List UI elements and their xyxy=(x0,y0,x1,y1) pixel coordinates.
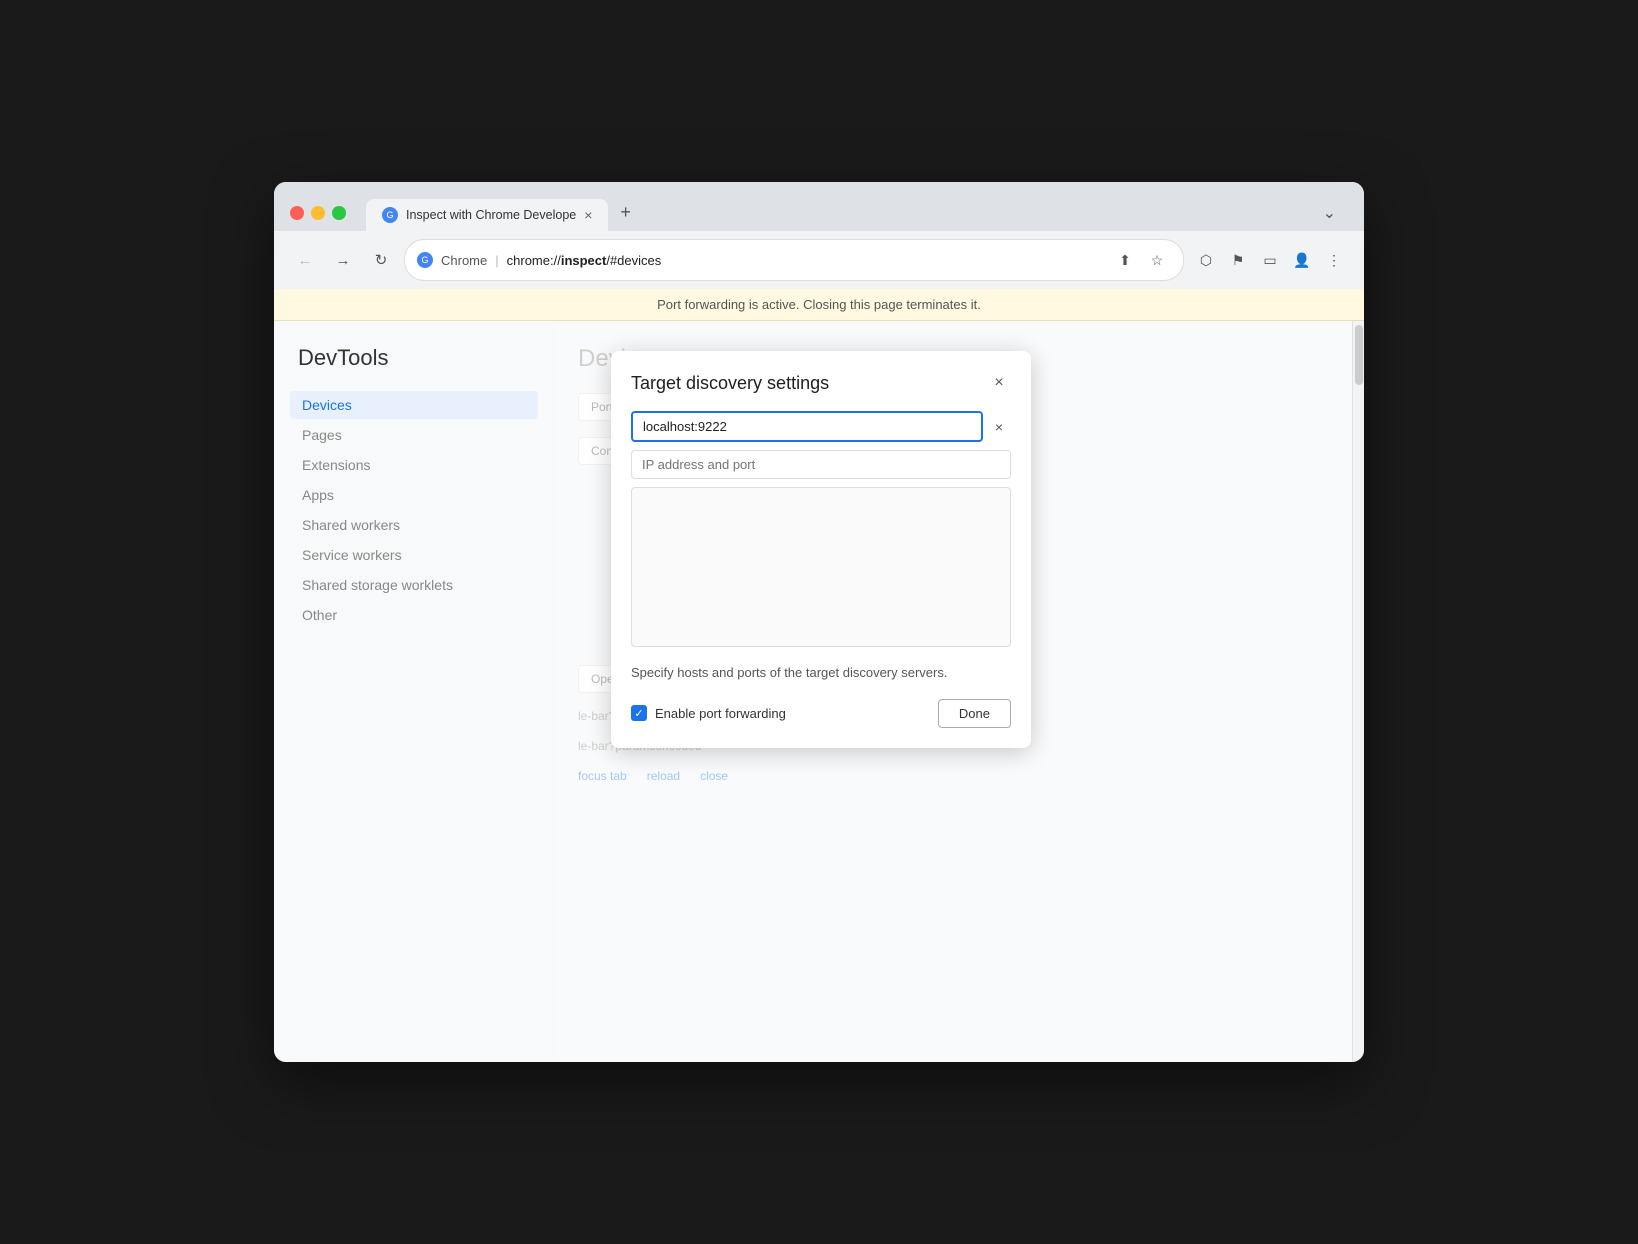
split-button[interactable]: ▭ xyxy=(1256,246,1284,274)
menu-icon: ⋮ xyxy=(1327,252,1341,269)
devtools-icon: ⚑ xyxy=(1232,252,1245,269)
host-input[interactable] xyxy=(631,411,983,442)
scrollbar[interactable] xyxy=(1352,321,1364,1062)
title-bar: G Inspect with Chrome Develope × + ⌄ xyxy=(274,182,1364,231)
content-area: Devices Port forwarding... Configure... … xyxy=(554,321,1352,1062)
bookmark-button[interactable]: ☆ xyxy=(1143,246,1171,274)
back-icon: ← xyxy=(298,252,313,269)
profile-button[interactable]: 👤 xyxy=(1288,246,1316,274)
tab-title: Inspect with Chrome Develope xyxy=(406,208,576,222)
placeholder-host-input[interactable] xyxy=(631,450,1011,479)
tab-favicon-icon: G xyxy=(382,207,398,223)
share-button[interactable]: ⬆ xyxy=(1111,246,1139,274)
warning-bar: Port forwarding is active. Closing this … xyxy=(274,289,1364,321)
done-button[interactable]: Done xyxy=(938,699,1011,728)
checkbox-label-text: Enable port forwarding xyxy=(655,706,786,721)
sidebar-title: DevTools xyxy=(290,345,538,371)
modal-title: Target discovery settings xyxy=(631,373,829,394)
refresh-icon: ↻ xyxy=(375,251,388,269)
browser-window: G Inspect with Chrome Develope × + ⌄ ← →… xyxy=(274,182,1364,1062)
back-button[interactable]: ← xyxy=(290,245,320,275)
maximize-traffic-light[interactable] xyxy=(332,206,346,220)
forward-icon: → xyxy=(336,252,351,269)
extra-input-area xyxy=(631,487,1011,647)
refresh-button[interactable]: ↻ xyxy=(366,245,396,275)
address-url-suffix: /#devices xyxy=(606,253,661,268)
tab-bar: G Inspect with Chrome Develope × + ⌄ xyxy=(366,194,1348,231)
sidebar-item-devices[interactable]: Devices xyxy=(290,391,538,419)
toolbar-icons: ⬡ ⚑ ▭ 👤 ⋮ xyxy=(1192,246,1348,274)
address-url-bold: inspect xyxy=(561,253,607,268)
modal-footer: ✓ Enable port forwarding Done xyxy=(631,699,1011,728)
address-url: chrome://inspect/#devices xyxy=(507,253,662,268)
modal-body: × Specify hosts and ports of the target … xyxy=(611,411,1031,748)
new-tab-button[interactable]: + xyxy=(608,194,643,231)
port-forwarding-checkbox-label[interactable]: ✓ Enable port forwarding xyxy=(631,705,786,721)
description-text: Specify hosts and ports of the target di… xyxy=(631,663,1011,683)
chrome-label: Chrome xyxy=(441,253,487,268)
sidebar-item-extensions[interactable]: Extensions xyxy=(290,451,538,479)
address-separator: | xyxy=(495,253,498,268)
sidebar-item-service-workers[interactable]: Service workers xyxy=(290,541,538,569)
tab-overflow-button[interactable]: ⌄ xyxy=(1311,195,1348,231)
share-icon: ⬆ xyxy=(1119,252,1131,269)
nav-bar: ← → ↻ G Chrome | chrome://inspect/#devic… xyxy=(274,231,1364,289)
address-favicon-icon: G xyxy=(417,252,433,268)
modal-overlay: Target discovery settings × × Specify ho… xyxy=(554,321,1352,1062)
split-icon: ▭ xyxy=(1263,252,1276,269)
sidebar-item-pages[interactable]: Pages xyxy=(290,421,538,449)
address-bar[interactable]: G Chrome | chrome://inspect/#devices ⬆ ☆ xyxy=(404,239,1184,281)
profile-icon: 👤 xyxy=(1293,252,1310,269)
placeholder-input-row xyxy=(631,450,1011,479)
active-tab[interactable]: G Inspect with Chrome Develope × xyxy=(366,199,608,231)
input-clear-button[interactable]: × xyxy=(987,415,1011,439)
address-url-prefix: chrome:// xyxy=(507,253,561,268)
warning-text: Port forwarding is active. Closing this … xyxy=(657,297,981,312)
sidebar-item-shared-workers[interactable]: Shared workers xyxy=(290,511,538,539)
forward-button[interactable]: → xyxy=(328,245,358,275)
modal-header: Target discovery settings × xyxy=(611,351,1031,411)
main-content: DevTools Devices Pages Extensions Apps S… xyxy=(274,321,1364,1062)
checkbox-check-icon: ✓ xyxy=(634,707,643,720)
sidebar-item-apps[interactable]: Apps xyxy=(290,481,538,509)
close-traffic-light[interactable] xyxy=(290,206,304,220)
extensions-button[interactable]: ⬡ xyxy=(1192,246,1220,274)
address-actions: ⬆ ☆ xyxy=(1111,246,1171,274)
extensions-icon: ⬡ xyxy=(1200,252,1212,269)
scrollbar-thumb[interactable] xyxy=(1355,325,1363,385)
minimize-traffic-light[interactable] xyxy=(311,206,325,220)
target-discovery-modal: Target discovery settings × × Specify ho… xyxy=(611,351,1031,748)
sidebar-item-shared-storage-worklets[interactable]: Shared storage worklets xyxy=(290,571,538,599)
sidebar-item-other[interactable]: Other xyxy=(290,601,538,629)
tab-close-icon[interactable]: × xyxy=(584,207,592,223)
devtools-button[interactable]: ⚑ xyxy=(1224,246,1252,274)
port-forwarding-checkbox[interactable]: ✓ xyxy=(631,705,647,721)
modal-close-button[interactable]: × xyxy=(987,371,1011,395)
star-icon: ☆ xyxy=(1151,252,1164,269)
sidebar: DevTools Devices Pages Extensions Apps S… xyxy=(274,321,554,1062)
host-input-row: × xyxy=(631,411,1011,442)
traffic-lights xyxy=(290,206,346,220)
menu-button[interactable]: ⋮ xyxy=(1320,246,1348,274)
